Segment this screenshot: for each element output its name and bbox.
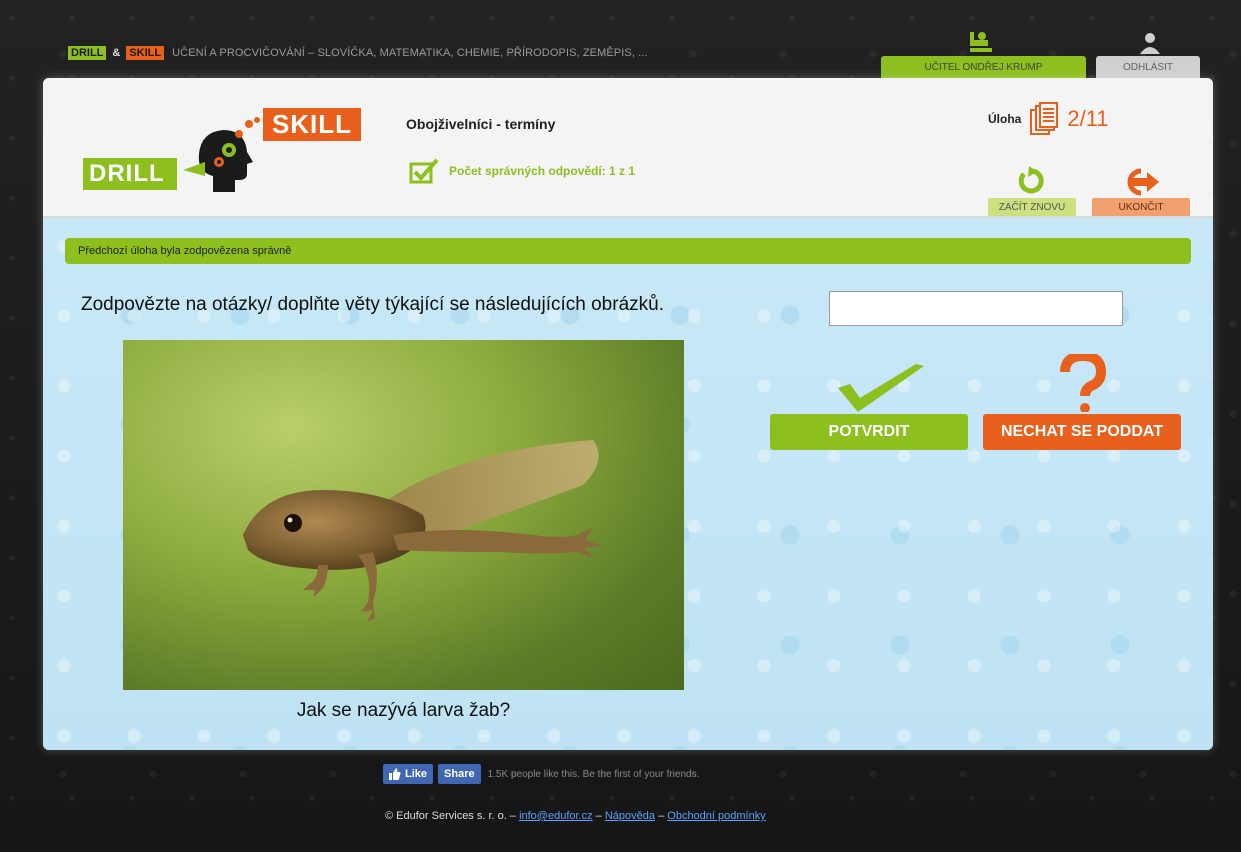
quiz-title: Obojživelníci - termíny [406, 116, 556, 132]
help-link[interactable]: Nápověda [605, 810, 655, 822]
user-account-tab[interactable]: UČITEL ONDŘEJ KRUMP [881, 56, 1086, 78]
drill-skill-logo[interactable]: DRILL SKILL [83, 106, 363, 192]
restart-icon [1018, 166, 1044, 194]
instruction-text: Zodpovězte na otázky/ doplňte věty týkaj… [81, 294, 664, 315]
tag-skill: SKILL [126, 46, 165, 60]
exit-icon [1127, 168, 1159, 196]
restart-button[interactable]: ZAČÍT ZNOVU [988, 198, 1076, 216]
score-label: Počet správných odpovědí: 1 z 1 [449, 164, 636, 178]
checkmark-icon [838, 364, 924, 412]
task-label: Úloha [988, 112, 1022, 126]
facebook-share-button[interactable]: Share [438, 764, 481, 784]
site-description: UČENÍ A PROCVIČOVÁNÍ – SLOVÍČKA, MATEMAT… [172, 47, 648, 59]
checkbox-check-icon [409, 158, 439, 184]
confirm-control[interactable]: POTVRDIT [770, 358, 968, 450]
social-text: 1.5K people like this. Be the first of y… [487, 768, 700, 780]
confirm-button[interactable]: POTVRDIT [770, 414, 968, 450]
tag-drill: DRILL [68, 46, 107, 60]
logo-skill-text: SKILL [263, 108, 361, 141]
question-caption: Jak se nazývá larva žab? [296, 700, 511, 721]
finish-control[interactable]: UKONČIT [1092, 164, 1190, 216]
teacher-icon [968, 30, 996, 54]
email-link[interactable]: info@edufor.cz [519, 810, 593, 822]
give-up-button[interactable]: NECHAT SE PODDAT [983, 414, 1181, 450]
logo-drill-text: DRILL [83, 158, 177, 190]
separator: – [658, 810, 665, 822]
head-gears-icon [183, 117, 260, 192]
main-panel: DRILL SKILL Obojživelníci - termíny Poče… [43, 78, 1213, 750]
tag-ampersand: & [112, 47, 121, 59]
like-label: Like [405, 768, 428, 780]
answer-input[interactable] [829, 291, 1123, 326]
question-mark-icon [1060, 354, 1107, 412]
quiz-header: DRILL SKILL Obojživelníci - termíny Poče… [43, 78, 1213, 218]
restart-control[interactable]: ZAČÍT ZNOVU [988, 164, 1076, 216]
score-value: 1 z 1 [609, 164, 636, 178]
separator: – [595, 810, 602, 822]
documents-icon [1030, 102, 1059, 135]
finish-button[interactable]: UKONČIT [1092, 198, 1190, 216]
task-counter: Úloha 2/11 [988, 102, 1109, 136]
terms-link[interactable]: Obchodní podmínky [667, 810, 765, 822]
tadpole-photo [123, 340, 684, 690]
task-value: 2/11 [1067, 106, 1109, 131]
status-message: Předchozí úloha byla zodpovězena správně [65, 238, 1191, 264]
logout-button[interactable]: ODHLÁSIT [1096, 56, 1200, 78]
site-tagline: DRILL & SKILL UČENÍ A PROCVIČOVÁNÍ – SLO… [68, 44, 648, 62]
facebook-like-button[interactable]: Like [383, 764, 434, 784]
thumbs-up-icon [389, 768, 401, 780]
score-indicator: Počet správných odpovědí: 1 z 1 [409, 158, 635, 184]
give-up-control[interactable]: NECHAT SE PODDAT [983, 354, 1181, 450]
copyright-text: © Edufor Services s. r. o. – [385, 810, 516, 822]
facebook-widget: Like Share 1.5K people like this. Be the… [383, 764, 699, 784]
copyright-line: © Edufor Services s. r. o. – info@edufor… [385, 810, 766, 822]
logout-icon [1138, 32, 1162, 54]
